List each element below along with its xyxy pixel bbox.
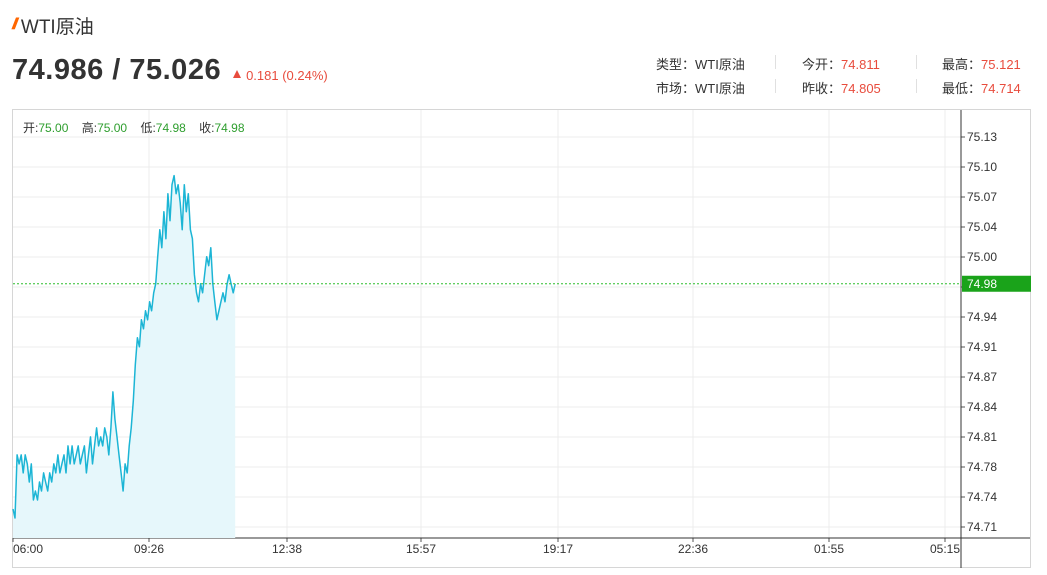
y-tick-label: 74.84: [967, 400, 997, 414]
x-tick-label: 15:57: [406, 542, 436, 556]
x-tick-label: 05:15: [930, 542, 960, 556]
ohlc-open-value: 75.00: [38, 121, 69, 135]
y-tick-label: 74.78: [967, 460, 997, 474]
y-tick-label: 75.13: [967, 130, 997, 144]
ohlc-low-value: 74.98: [155, 121, 186, 135]
y-tick-label: 74.81: [967, 430, 997, 444]
price-chart[interactable]: 75.1375.1075.0775.0475.0074.9774.9474.91…: [0, 0, 1047, 575]
ohlc-readout: 开:75.00 高:75.00 低:74.98 收:74.98: [23, 119, 255, 136]
y-tick-label: 74.74: [967, 490, 997, 504]
ohlc-close-value: 74.98: [214, 121, 245, 135]
ohlc-high-label: 高:: [81, 121, 98, 135]
y-tick-label: 75.00: [967, 250, 997, 264]
x-tick-label: 22:36: [678, 542, 708, 556]
y-tick-label: 74.91: [967, 340, 997, 354]
ohlc-open-label: 开:: [23, 121, 39, 135]
y-tick-label: 74.94: [967, 310, 997, 324]
current-price-label: 74.98: [967, 277, 997, 291]
y-tick-label: 75.10: [967, 160, 997, 174]
ohlc-high-value: 75.00: [97, 121, 128, 135]
ohlc-low-label: 低:: [140, 121, 156, 135]
x-tick-label: 06:00: [13, 542, 43, 556]
y-tick-label: 75.04: [967, 220, 997, 234]
y-tick-label: 75.07: [967, 190, 997, 204]
x-tick-label: 09:26: [134, 542, 164, 556]
x-tick-label: 19:17: [543, 542, 573, 556]
x-tick-label: 01:55: [814, 542, 844, 556]
y-tick-label: 74.87: [967, 370, 997, 384]
ohlc-close-label: 收:: [199, 121, 215, 135]
x-tick-label: 12:38: [272, 542, 302, 556]
y-tick-label: 74.71: [967, 520, 997, 534]
